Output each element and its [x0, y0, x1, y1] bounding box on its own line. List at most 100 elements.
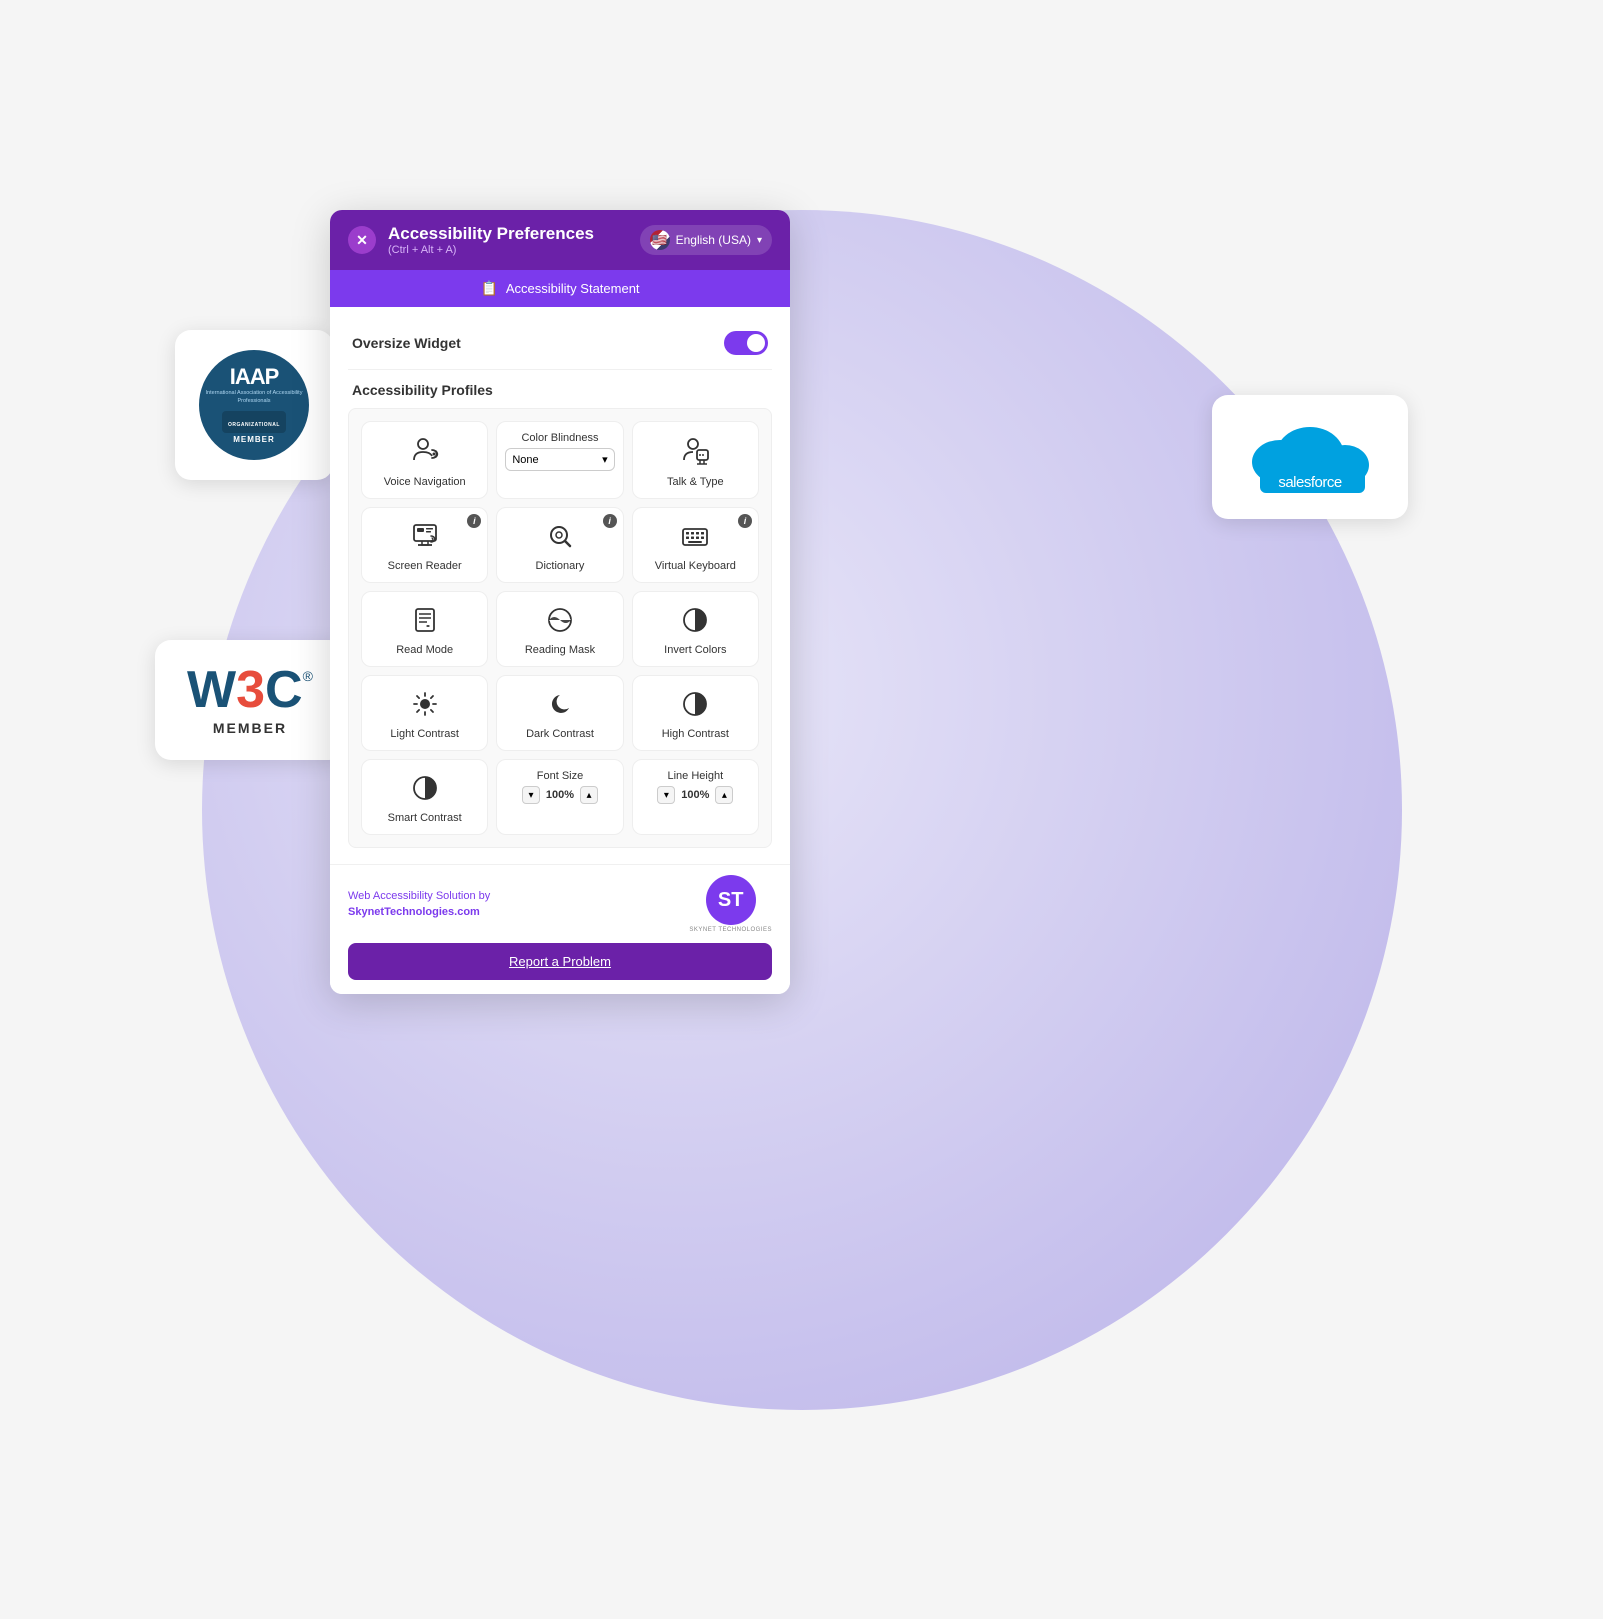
features-grid: i: [361, 507, 759, 751]
footer-logo: ST: [706, 875, 756, 925]
widget-title: Accessibility Preferences: [388, 224, 594, 244]
voice-navigation-item[interactable]: Voice Navigation: [361, 421, 488, 499]
flag-icon: 🇺🇸: [650, 230, 670, 250]
smart-contrast-label: Smart Contrast: [388, 812, 462, 824]
color-blindness-chevron: ▾: [602, 453, 608, 466]
font-size-stepper: ▾ 100% ▴: [522, 786, 598, 804]
high-contrast-label: High Contrast: [662, 728, 729, 740]
iaap-org-box: ORGANIZATIONAL: [222, 411, 286, 433]
profiles-grid: Voice Navigation Color Blindness None ▾: [348, 408, 772, 848]
accessibility-statement-bar[interactable]: 📋 Accessibility Statement: [330, 270, 790, 307]
light-contrast-icon: [411, 690, 439, 722]
footer-branding-text: Web Accessibility Solution by SkynetTech…: [348, 888, 490, 921]
oversize-label: Oversize Widget: [352, 335, 461, 351]
iaap-subtitle: International Association of Accessibili…: [199, 388, 309, 406]
smart-contrast-icon: [411, 774, 439, 806]
iaap-org-text: ORGANIZATIONAL: [228, 422, 280, 428]
footer-logo-sub: SKYNET TECHNOLOGIES: [689, 927, 772, 933]
profile-top-row: Voice Navigation Color Blindness None ▾: [361, 421, 759, 499]
screen-reader-item[interactable]: i: [361, 507, 488, 583]
oversize-widget-row: Oversize Widget: [348, 323, 772, 370]
voice-navigation-label: Voice Navigation: [384, 476, 466, 488]
dark-contrast-label: Dark Contrast: [526, 728, 594, 740]
report-problem-button[interactable]: Report a Problem: [348, 943, 772, 980]
font-size-decrease-button[interactable]: ▾: [522, 786, 540, 804]
talk-and-type-item[interactable]: Talk & Type: [632, 421, 759, 499]
dark-contrast-item[interactable]: Dark Contrast: [496, 675, 623, 751]
chevron-down-icon: ▾: [757, 235, 762, 246]
widget-header-left: ✕ Accessibility Preferences (Ctrl + Alt …: [348, 224, 594, 256]
iaap-member-text: MEMBER: [233, 435, 275, 444]
color-blindness-label: Color Blindness: [521, 432, 598, 444]
screen-reader-icon: [411, 522, 439, 554]
color-blindness-item[interactable]: Color Blindness None ▾: [496, 421, 623, 499]
virtual-keyboard-item[interactable]: i: [632, 507, 759, 583]
talk-type-icon: [680, 436, 710, 470]
virtual-keyboard-info-icon: i: [738, 514, 752, 528]
dictionary-icon: [546, 522, 574, 554]
close-button[interactable]: ✕: [348, 226, 376, 254]
line-height-decrease-button[interactable]: ▾: [657, 786, 675, 804]
screen-reader-label: Screen Reader: [388, 560, 462, 572]
footer-logo-text: ST: [718, 889, 744, 912]
widget-footer: Web Accessibility Solution by SkynetTech…: [330, 864, 790, 994]
high-contrast-item[interactable]: High Contrast: [632, 675, 759, 751]
line-height-stepper: ▾ 100% ▴: [657, 786, 733, 804]
light-contrast-label: Light Contrast: [390, 728, 458, 740]
statement-text: Accessibility Statement: [506, 281, 640, 296]
font-size-label: Font Size: [537, 770, 583, 782]
reading-mask-item[interactable]: Reading Mask: [496, 591, 623, 667]
reading-mask-label: Reading Mask: [525, 644, 595, 656]
high-contrast-icon: [681, 690, 709, 722]
virtual-keyboard-icon: [681, 522, 709, 554]
voice-navigation-icon: [410, 436, 440, 470]
invert-colors-item[interactable]: Invert Colors: [632, 591, 759, 667]
svg-text:salesforce: salesforce: [1278, 474, 1342, 491]
light-contrast-item[interactable]: Light Contrast: [361, 675, 488, 751]
line-height-increase-button[interactable]: ▴: [715, 786, 733, 804]
widget-title-block: Accessibility Preferences (Ctrl + Alt + …: [388, 224, 594, 256]
invert-colors-icon: [681, 606, 709, 638]
language-text: English (USA): [676, 233, 751, 247]
w3c-registered: ®: [303, 668, 313, 684]
statement-icon: 📋: [480, 280, 497, 297]
read-mode-item[interactable]: Read Mode: [361, 591, 488, 667]
accessibility-widget-panel: ✕ Accessibility Preferences (Ctrl + Alt …: [330, 210, 790, 994]
dictionary-info-icon: i: [603, 514, 617, 528]
color-blindness-value: None: [512, 454, 538, 466]
iaap-card: IAAP International Association of Access…: [175, 330, 333, 480]
bottom-controls-row: Smart Contrast Font Size ▾ 100% ▴ Line H: [361, 759, 759, 835]
font-size-control: Font Size ▾ 100% ▴: [496, 759, 623, 835]
read-mode-label: Read Mode: [396, 644, 453, 656]
dark-contrast-icon: [546, 690, 574, 722]
read-mode-icon: [411, 606, 439, 638]
profiles-section-label: Accessibility Profiles: [348, 370, 772, 408]
w3c-letter-c: C: [265, 664, 303, 716]
talk-type-label: Talk & Type: [667, 476, 724, 488]
close-icon: ✕: [356, 233, 368, 247]
scene: IAAP International Association of Access…: [0, 0, 1603, 1619]
w3c-card: W 3 C ® MEMBER: [155, 640, 345, 760]
footer-branding-label: Web Accessibility Solution by: [348, 890, 490, 902]
w3c-logo: W 3 C ®: [187, 664, 313, 716]
footer-text-block: Web Accessibility Solution by SkynetTech…: [348, 888, 490, 921]
salesforce-card: salesforce: [1212, 395, 1408, 519]
footer-branding-link: SkynetTechnologies.com: [348, 906, 480, 918]
widget-header: ✕ Accessibility Preferences (Ctrl + Alt …: [330, 210, 790, 270]
smart-contrast-item[interactable]: Smart Contrast: [361, 759, 488, 835]
font-size-increase-button[interactable]: ▴: [580, 786, 598, 804]
invert-colors-label: Invert Colors: [664, 644, 726, 656]
widget-shortcut: (Ctrl + Alt + A): [388, 244, 594, 256]
w3c-number-3: 3: [236, 664, 265, 716]
line-height-value: 100%: [679, 789, 711, 801]
color-blindness-select[interactable]: None ▾: [505, 448, 614, 471]
widget-body: Oversize Widget Accessibility Profiles: [330, 307, 790, 864]
iaap-badge: IAAP International Association of Access…: [199, 350, 309, 460]
line-height-control: Line Height ▾ 100% ▴: [632, 759, 759, 835]
virtual-keyboard-label: Virtual Keyboard: [655, 560, 736, 572]
oversize-toggle[interactable]: [724, 331, 768, 355]
footer-branding: Web Accessibility Solution by SkynetTech…: [348, 875, 772, 933]
dictionary-item[interactable]: i Dictionary: [496, 507, 623, 583]
font-size-value: 100%: [544, 789, 576, 801]
language-selector[interactable]: 🇺🇸 English (USA) ▾: [640, 225, 772, 255]
